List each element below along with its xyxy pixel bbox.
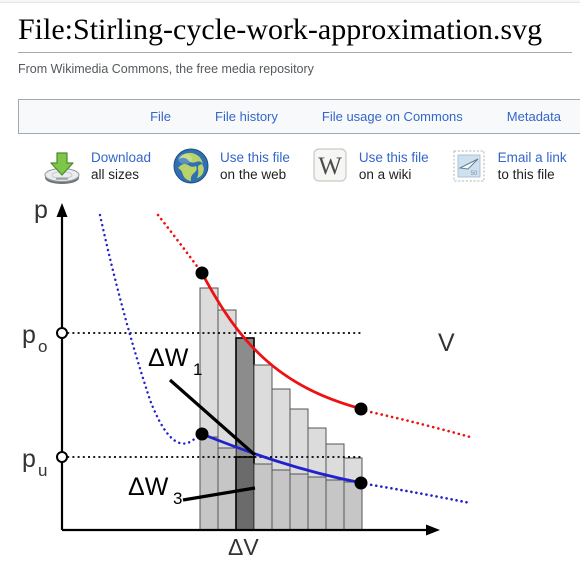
y-axis-arrow [56,203,68,217]
state-point-2 [354,402,368,416]
p-u-label-sub: u [38,461,47,480]
email-link-label: Email a link to this file [498,149,567,183]
delta-w3-label-sub: 3 [173,489,182,508]
hot-isotherm-dotted-right [364,409,472,439]
stirling-cycle-svg: p V p o p u ΔW 1 ΔW 3 ΔV [22,196,472,560]
tab-metadata[interactable]: Metadata [485,109,580,124]
p-u-tick-marker [56,451,68,463]
use-on-wiki-label: Use this file on a wiki [359,149,429,183]
delta-w3-label: ΔW 3 [128,473,182,508]
use-on-web-label: Use this file on the web [220,149,290,183]
download-label-line1: Download [91,150,152,165]
p-u-label-base: p [22,445,36,473]
commons-file-page: File:Stirling-cycle-work-approximation.s… [0,0,580,579]
tab-file[interactable]: File [128,109,193,124]
file-tabs-list: File File history File usage on Commons … [128,109,580,124]
download-icon [40,144,84,188]
state-point-3 [354,476,368,490]
x-axis-arrow [426,524,440,536]
globe-icon [169,144,213,188]
use-on-web-line2: on the web [220,167,287,182]
p-o-label-base: p [22,321,36,349]
title-divider [18,52,572,53]
use-on-wiki-line1: Use this file [358,150,429,165]
download-label-line2: all sizes [91,167,140,182]
use-on-web-line1: Use this file [220,150,290,165]
delta-v-label: ΔV [228,534,259,560]
delta-w1-label-base: ΔW [148,344,189,372]
title-block: File:Stirling-cycle-work-approximation.s… [18,12,580,76]
cold-isotherm-dotted-right [364,482,472,505]
p-axis-label: p [34,196,48,224]
cold-isotherm-dotted-left [98,213,202,445]
state-point-4 [195,427,209,441]
p-o-label: p o [22,321,47,356]
stirling-cycle-figure: p V p o p u ΔW 1 ΔW 3 ΔV [0,195,580,579]
use-on-wiki-line2: on a wiki [358,167,412,182]
site-tagline: From Wikimedia Commons, the free media r… [18,62,314,76]
hot-isotherm-dotted-left [156,213,204,275]
p-o-label-sub: o [38,337,47,356]
use-file-on-web-button[interactable]: Use this file on the web [151,144,290,188]
top-chrome-strip [0,0,580,3]
email-stamp-icon: 50 [447,144,491,188]
tab-file-history[interactable]: File history [193,109,300,124]
file-tabs-bar: File File history File usage on Commons … [18,99,580,134]
email-link-line1: Email a link [497,150,567,165]
information-hint-button[interactable] [567,144,580,188]
email-link-button[interactable]: 50 Email a link to this file [429,144,567,188]
delta-w1-label: ΔW 1 [148,344,202,379]
svg-text:50: 50 [470,171,477,177]
file-actions-toolbar: Download all sizes Use this file on the … [18,137,580,195]
tab-file-usage-on-commons[interactable]: File usage on Commons [300,109,485,124]
svg-text:W: W [318,153,342,180]
state-point-1 [195,266,209,280]
download-label: Download all sizes [91,149,151,183]
page-title: File:Stirling-cycle-work-approximation.s… [18,13,543,46]
delta-w3-label-base: ΔW [128,473,169,501]
email-link-line2: to this file [497,167,555,182]
v-axis-label: V [438,329,455,357]
p-u-label: p u [22,445,47,480]
p-o-tick-marker [56,327,68,339]
use-file-on-wiki-button[interactable]: W Use this file on a wiki [290,144,429,188]
download-all-sizes-button[interactable]: Download all sizes [18,144,151,188]
delta-w1-label-sub: 1 [193,360,202,379]
wiki-w-icon: W [308,144,352,188]
